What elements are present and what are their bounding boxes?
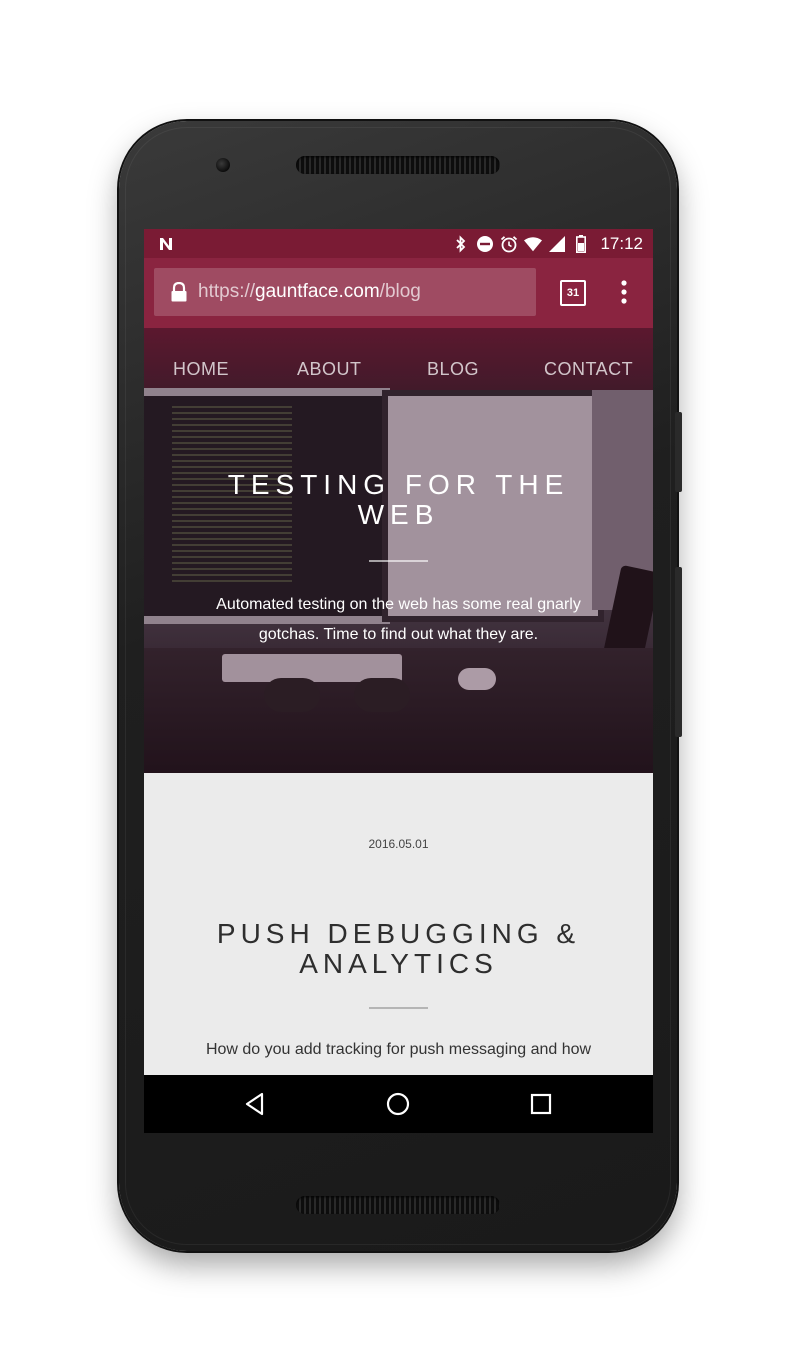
back-icon[interactable] <box>242 1091 268 1117</box>
home-icon[interactable] <box>385 1091 411 1117</box>
post-excerpt: How do you add tracking for push messagi… <box>205 1041 592 1058</box>
overflow-menu-icon[interactable] <box>614 278 634 306</box>
wifi-icon <box>524 235 543 253</box>
hero-overlay <box>144 328 653 773</box>
url-path: /blog <box>379 281 421 302</box>
hero-divider <box>369 560 428 562</box>
do-not-disturb-icon <box>476 235 494 253</box>
cell-signal-icon <box>548 235 566 253</box>
status-time: 17:12 <box>600 233 643 253</box>
tab-switcher-button[interactable]: 31 <box>560 280 586 306</box>
volume-rocker <box>675 567 682 737</box>
nav-link-contact[interactable]: CONTACT <box>544 359 633 380</box>
nav-link-home[interactable]: HOME <box>173 359 229 380</box>
notification-n-icon <box>160 238 172 250</box>
post-date: 2016.05.01 <box>368 837 429 851</box>
browser-toolbar: https://gauntface.com/blog 31 <box>144 258 653 328</box>
url-text: https://gauntface.com/blog <box>198 281 421 303</box>
post-divider <box>369 1007 428 1009</box>
nav-link-blog[interactable]: BLOG <box>427 359 479 380</box>
android-nav-bar <box>144 1075 653 1133</box>
bottom-speaker-grille <box>296 1196 500 1214</box>
site-nav: HOME ABOUT BLOG CONTACT <box>144 359 653 389</box>
lock-icon <box>171 282 187 302</box>
top-speaker-grille <box>296 156 500 174</box>
hero-banner: HOME ABOUT BLOG CONTACT TESTING FOR THE … <box>144 328 653 773</box>
url-scheme: https:// <box>198 281 256 302</box>
tab-count: 31 <box>566 287 580 299</box>
nav-link-about[interactable]: ABOUT <box>297 359 362 380</box>
url-host: gauntface.com <box>255 281 380 302</box>
front-camera <box>216 158 230 172</box>
power-button <box>675 412 682 492</box>
hero-subtitle: Automated testing on the web has some re… <box>216 596 581 643</box>
bluetooth-icon <box>452 234 470 253</box>
battery-icon <box>572 234 590 253</box>
recent-apps-icon[interactable] <box>528 1091 554 1117</box>
post-title[interactable]: PUSH DEBUGGING & ANALYTICS <box>174 919 623 979</box>
url-bar[interactable]: https://gauntface.com/blog <box>154 268 536 316</box>
hero-title: TESTING FOR THE WEB <box>227 469 570 530</box>
alarm-icon <box>500 235 518 253</box>
blog-post-card[interactable]: 2016.05.01 PUSH DEBUGGING & ANALYTICS Ho… <box>144 773 653 1075</box>
status-bar: 17:12 <box>144 229 653 258</box>
device-screen: 17:12 https://gauntface.com/blog 31 HOME… <box>144 229 653 1133</box>
